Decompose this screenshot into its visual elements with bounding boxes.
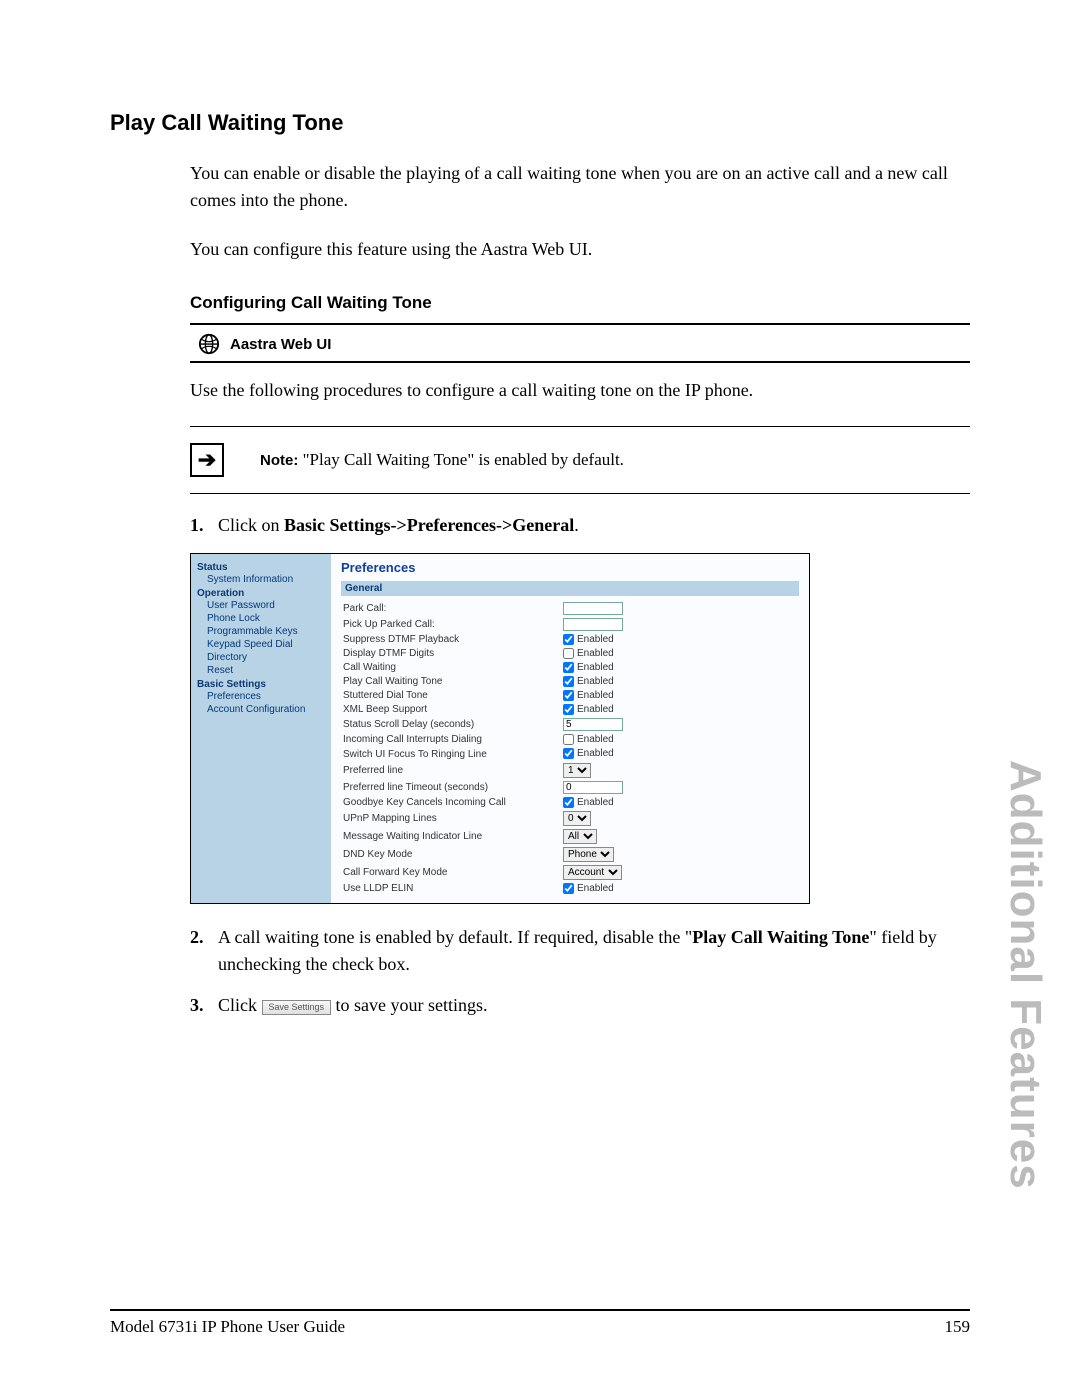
intro-para-2: You can configure this feature using the… [190, 236, 970, 263]
webui-label: Aastra Web UI [230, 336, 331, 353]
row-pickup-parked: Pick Up Parked Call: [341, 616, 561, 632]
subheading: Configuring Call Waiting Tone [190, 293, 970, 313]
general-header: General [341, 581, 799, 596]
divider [190, 361, 970, 363]
preferred-line-timeout-input[interactable] [563, 781, 623, 794]
row-dnd-key-mode: DND Key Mode [341, 845, 561, 863]
suppress-dtmf-checkbox[interactable] [563, 634, 574, 645]
incoming-interrupts-checkbox[interactable] [563, 734, 574, 745]
preferences-title: Preferences [341, 560, 799, 575]
step-3: 3. Click Save Settings to save your sett… [190, 992, 970, 1019]
row-call-forward-key-mode: Call Forward Key Mode [341, 863, 561, 881]
call-waiting-checkbox[interactable] [563, 662, 574, 673]
row-preferred-line: Preferred line [341, 761, 561, 779]
note-text: Note: "Play Call Waiting Tone" is enable… [260, 450, 624, 470]
row-mwi-line: Message Waiting Indicator Line [341, 827, 561, 845]
sidebar-item-keypad-speed-dial[interactable]: Keypad Speed Dial [207, 638, 325, 651]
sidebar-item-phone-lock[interactable]: Phone Lock [207, 612, 325, 625]
sidebar-item-preferences[interactable]: Preferences [207, 690, 325, 703]
goodbye-key-checkbox[interactable] [563, 797, 574, 808]
xml-beep-checkbox[interactable] [563, 704, 574, 715]
cfw-select[interactable]: Account [563, 865, 622, 880]
divider [190, 493, 970, 494]
row-use-lldp-elin: Use LLDP ELIN [341, 881, 561, 895]
pickup-parked-input[interactable] [563, 618, 623, 631]
row-xml-beep: XML Beep Support [341, 703, 561, 717]
row-park-call: Park Call: [341, 600, 561, 616]
footer-divider [110, 1309, 970, 1311]
stuttered-dial-tone-checkbox[interactable] [563, 690, 574, 701]
row-display-dtmf: Display DTMF Digits [341, 646, 561, 660]
screenshot-sidebar: Status System Information Operation User… [191, 554, 331, 903]
intro-para-1: You can enable or disable the playing of… [190, 160, 970, 214]
sidebar-item-system-information[interactable]: System Information [207, 573, 325, 586]
sidebar-item-account-configuration[interactable]: Account Configuration [207, 703, 325, 716]
page-number: 159 [945, 1317, 971, 1337]
row-play-call-waiting-tone: Play Call Waiting Tone [341, 674, 561, 688]
switch-ui-focus-checkbox[interactable] [563, 748, 574, 759]
sidebar-basic-settings[interactable]: Basic Settings [197, 679, 325, 690]
globe-icon [198, 333, 220, 355]
upnp-select[interactable]: 0 [563, 811, 591, 826]
row-call-waiting: Call Waiting [341, 660, 561, 674]
page-title: Play Call Waiting Tone [110, 110, 970, 136]
row-status-scroll-delay: Status Scroll Delay (seconds) [341, 717, 561, 733]
row-stuttered-dial-tone: Stuttered Dial Tone [341, 689, 561, 703]
dnd-select[interactable]: Phone [563, 847, 614, 862]
row-incoming-interrupts: Incoming Call Interrupts Dialing [341, 733, 561, 747]
side-watermark: Additional Features [1000, 760, 1050, 1190]
sidebar-item-directory[interactable]: Directory [207, 651, 325, 664]
screenshot-main: Preferences General Park Call: Pick Up P… [331, 554, 809, 903]
sidebar-status[interactable]: Status [197, 562, 325, 573]
step-2: 2. A call waiting tone is enabled by def… [190, 924, 970, 978]
mwi-line-select[interactable]: All [563, 829, 597, 844]
park-call-input[interactable] [563, 602, 623, 615]
row-switch-ui-focus: Switch UI Focus To Ringing Line [341, 747, 561, 761]
screenshot-preferences: Status System Information Operation User… [190, 553, 810, 904]
display-dtmf-checkbox[interactable] [563, 648, 574, 659]
preferred-line-select[interactable]: 1 [563, 763, 591, 778]
instruction-para: Use the following procedures to configur… [190, 377, 970, 404]
save-settings-button[interactable]: Save Settings [262, 1000, 332, 1015]
lldp-checkbox[interactable] [563, 883, 574, 894]
step-1: 1. Click on Basic Settings->Preferences-… [190, 512, 970, 539]
sidebar-item-user-password[interactable]: User Password [207, 599, 325, 612]
row-preferred-line-timeout: Preferred line Timeout (seconds) [341, 779, 561, 795]
sidebar-operation[interactable]: Operation [197, 588, 325, 599]
row-upnp: UPnP Mapping Lines [341, 809, 561, 827]
footer-title: Model 6731i IP Phone User Guide [110, 1317, 345, 1337]
sidebar-item-programmable-keys[interactable]: Programmable Keys [207, 625, 325, 638]
status-scroll-delay-input[interactable] [563, 718, 623, 731]
sidebar-item-reset[interactable]: Reset [207, 664, 325, 677]
arrow-right-icon: ➔ [190, 443, 224, 477]
row-goodbye-key: Goodbye Key Cancels Incoming Call [341, 795, 561, 809]
row-suppress-dtmf: Suppress DTMF Playback [341, 632, 561, 646]
play-call-waiting-tone-checkbox[interactable] [563, 676, 574, 687]
